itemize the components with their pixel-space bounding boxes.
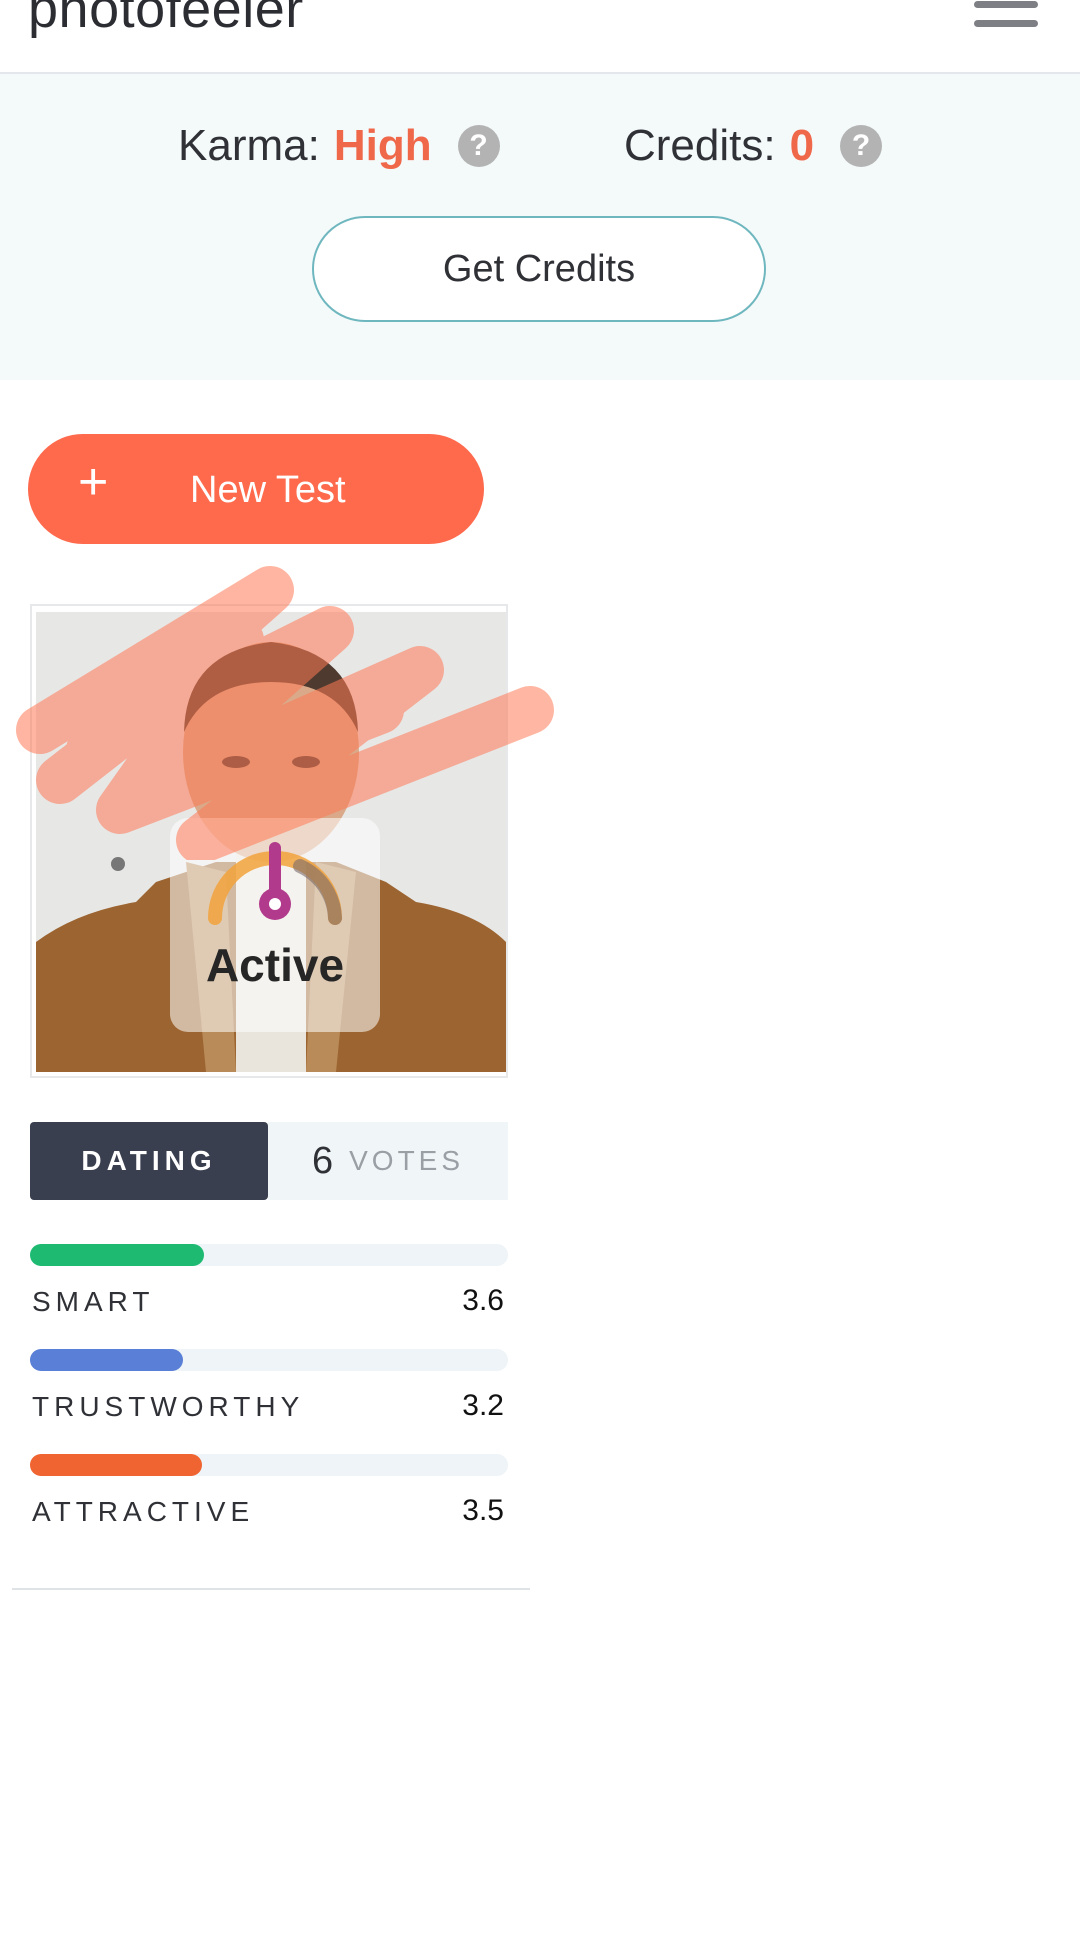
status-label: Active [205,939,345,991]
rating-label: SMART [32,1286,155,1317]
rating-label: ATTRACTIVE [32,1496,255,1527]
rating-label: TRUSTWORTHY [32,1391,305,1422]
rating-bar-trustworthy [30,1349,183,1371]
test-photo-card[interactable]: Active [30,604,508,1078]
votes-label: VOTES [349,1145,465,1176]
rating-bar-smart [30,1244,205,1266]
rating-attractive: ATTRACTIVE 3.5 [30,1454,508,1534]
rating-track [30,1349,508,1371]
karma-label: Karma: [178,121,320,170]
test-photo[interactable]: Active [36,612,506,1072]
menu-bar-middle [974,20,1038,27]
new-test-label: New Test [190,469,346,511]
rating-score: 3.6 [462,1284,504,1317]
karma-stat: Karma: High ? [178,116,500,176]
rating-track [30,1244,508,1266]
credits-stat: Credits: 0 ? [624,116,883,176]
credits-help-icon[interactable]: ? [840,125,883,167]
account-stats-panel: Karma: High ? Credits: 0 ? Get Credits [0,74,1080,380]
credits-value: 0 [789,121,815,170]
app-logo[interactable]: photofeeler [28,0,304,40]
hamburger-menu-icon[interactable] [970,0,1042,40]
rating-bar-attractive [30,1454,203,1476]
status-badge: Active [170,818,380,1032]
new-test-button[interactable]: + New Test [28,434,484,544]
karma-value: High [333,121,432,170]
rating-score: 3.2 [462,1389,504,1422]
credits-label: Credits: [624,121,776,170]
rating-track [30,1454,508,1476]
rating-trustworthy: TRUSTWORTHY 3.2 [30,1349,508,1429]
gauge-icon [208,842,342,925]
app-root: photofeeler Karma: High ? Credits: 0 ? G… [0,0,1080,1952]
menu-bar-top [974,1,1038,8]
get-credits-button[interactable]: Get Credits [312,216,766,322]
votes-summary: 6 VOTES [268,1122,508,1200]
category-tab-dating[interactable]: DATING [30,1122,268,1200]
plus-icon: + [78,453,109,511]
votes-count: 6 [311,1139,334,1182]
section-divider [12,1588,530,1590]
rating-score: 3.5 [462,1494,504,1527]
top-header: photofeeler [0,0,1080,74]
karma-help-icon[interactable]: ? [457,125,500,167]
rating-smart: SMART 3.6 [30,1244,508,1324]
